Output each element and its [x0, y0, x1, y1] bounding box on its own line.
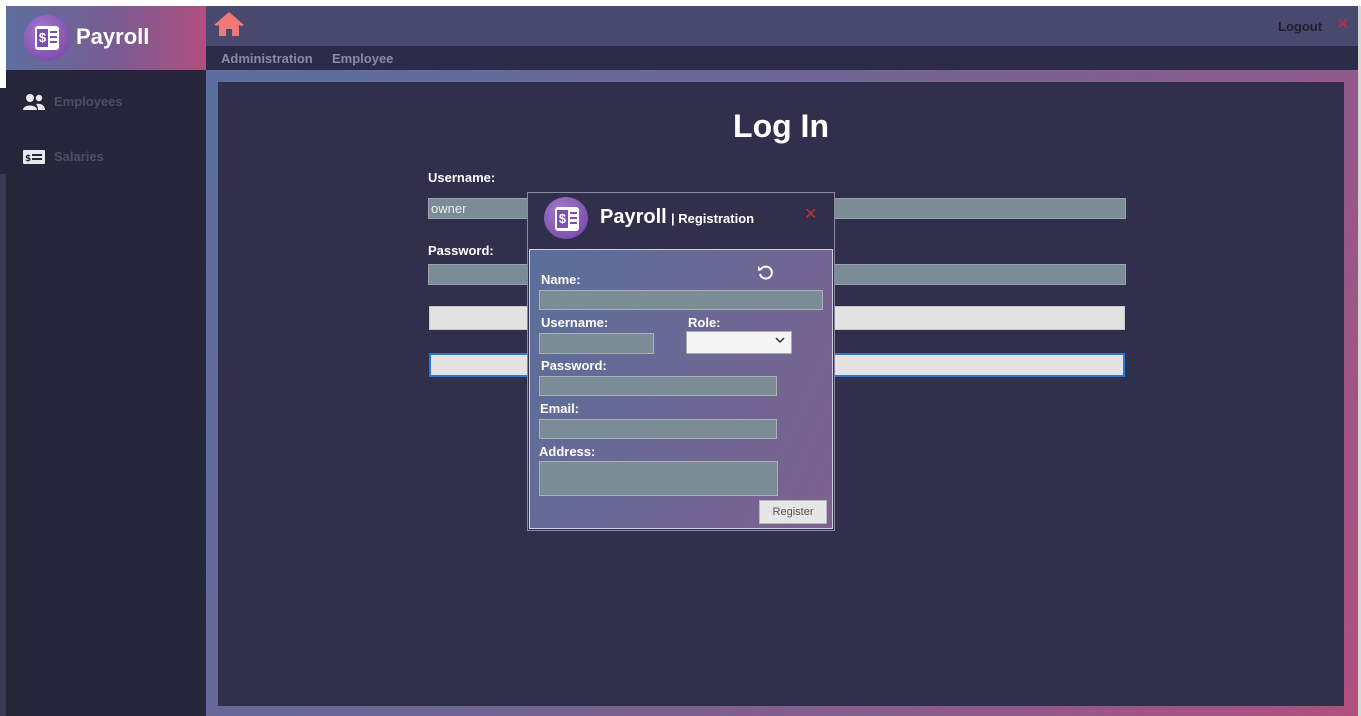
close-icon[interactable]: ✕ [1336, 14, 1349, 34]
close-icon[interactable]: ✕ [804, 204, 817, 224]
sidebar-item-label: Salaries [54, 149, 104, 164]
login-panel: Log In Username: Password: $ Payroll | R… [218, 82, 1344, 706]
address-field[interactable] [539, 461, 778, 496]
register-button[interactable]: Register [759, 500, 827, 524]
password-label: Password: [541, 358, 607, 373]
email-field[interactable] [539, 419, 777, 439]
role-label: Role: [688, 315, 721, 330]
app-logo-icon: $ [544, 197, 588, 239]
sidebar-item-employees[interactable]: Employees [22, 90, 192, 114]
name-field[interactable] [539, 290, 823, 310]
registration-form: Name: Username: Role: Password: Email: A… [529, 249, 833, 529]
app-logo-icon: $ [24, 15, 70, 61]
username-label: Username: [428, 170, 496, 185]
logout-button[interactable]: Logout [1278, 19, 1322, 34]
dialog-subtitle: | Registration [671, 211, 755, 226]
name-label: Name: [541, 272, 581, 287]
sidebar: Employees $ Salaries [6, 70, 206, 716]
address-label: Address: [539, 444, 596, 459]
top-bar: Logout ✕ [206, 6, 1358, 46]
users-icon [23, 94, 45, 110]
menu-administration[interactable]: Administration [221, 51, 313, 66]
brand-block: $ Payroll [6, 6, 206, 70]
salary-card-icon: $ [23, 150, 45, 164]
home-icon[interactable] [214, 12, 244, 38]
chevron-down-icon [775, 337, 785, 344]
menu-employee[interactable]: Employee [332, 51, 393, 66]
sidebar-item-label: Employees [54, 94, 123, 109]
password-label: Password: [428, 243, 494, 258]
page-title: Log In [733, 108, 829, 144]
dialog-brand: Payroll [600, 206, 667, 228]
refresh-icon[interactable] [757, 264, 775, 282]
email-label: Email: [540, 401, 580, 416]
app-title: Payroll [76, 24, 150, 49]
menu-bar: Administration Employee [206, 46, 1358, 70]
role-select[interactable] [686, 331, 792, 354]
username-field[interactable] [539, 333, 654, 354]
sidebar-item-salaries[interactable]: $ Salaries [22, 145, 192, 169]
username-label: Username: [541, 315, 609, 330]
svg-text:$: $ [25, 154, 31, 164]
registration-dialog: $ Payroll | Registration ✕ Name: Usernam… [527, 192, 835, 531]
password-field[interactable] [539, 376, 777, 396]
payroll-app: $ Payroll Logout ✕ Administration Employ… [6, 6, 1358, 716]
